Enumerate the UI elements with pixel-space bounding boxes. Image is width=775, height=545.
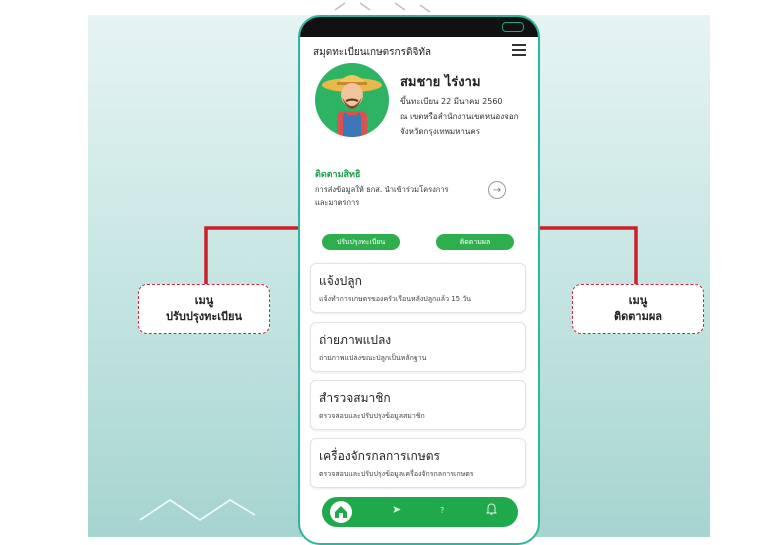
bottom-nav: ➤ ? xyxy=(322,497,518,527)
card-description: แจ้งทำการเกษตรของครัวเรือนหลังปลูกแล้ว 1… xyxy=(319,295,472,303)
status-bar xyxy=(300,17,538,37)
hamburger-icon[interactable] xyxy=(512,44,526,56)
registration-date: ขึ้นทะเบียน 22 มีนาคม 2560 xyxy=(400,97,503,106)
callout-right-line2: ติดตามผล xyxy=(613,310,663,323)
question-icon[interactable]: ? xyxy=(440,506,444,515)
rights-title[interactable]: ติดตามสิทธิ xyxy=(315,167,360,181)
phone-mockup: สมุดทะเบียนเกษตรกรดิจิทัล สมชาย ไร่งาม ข… xyxy=(298,15,540,545)
send-icon[interactable]: ➤ xyxy=(392,503,401,516)
battery-icon xyxy=(502,22,524,32)
registration-info: ขึ้นทะเบียน 22 มีนาคม 2560 ณ เขตหรือสำนั… xyxy=(400,94,518,139)
menu-card-photo[interactable]: ถ่ายภาพแปลง ถ่ายภาพแปลงขณะปลูกเป็นหลักฐา… xyxy=(310,322,526,372)
bell-icon[interactable] xyxy=(485,503,498,518)
callout-left-line1: เมนู xyxy=(194,294,214,307)
registration-province: จังหวัดกรุงเทพมหานคร xyxy=(400,127,481,136)
card-description: ตรวจสอบและปรับปรุงข้อมูลสมาชิก xyxy=(319,412,425,420)
card-title: แจ้งปลูก xyxy=(319,274,362,288)
card-title: เครื่องจักรกลการเกษตร xyxy=(319,449,440,463)
card-description: ตรวจสอบและปรับปรุงข้อมูลเครื่องจักรกลการ… xyxy=(319,470,474,478)
arrow-right-icon[interactable]: → xyxy=(488,181,506,199)
card-description: ถ่ายภาพแปลงขณะปลูกเป็นหลักฐาน xyxy=(319,354,427,362)
callout-left-line2: ปรับปรุงทะเบียน xyxy=(165,310,242,323)
rights-description: การส่งข้อมูลให้ ธกส. นำเข้าร่วมโครงการ แ… xyxy=(315,183,485,209)
callout-update-registration: เมนู ปรับปรุงทะเบียน xyxy=(138,284,270,334)
card-title: สำรวจสมาชิก xyxy=(319,391,391,405)
app-title: สมุดทะเบียนเกษตรกรดิจิทัล xyxy=(313,47,432,58)
callout-track-results: เมนู ติดตามผล xyxy=(572,284,704,334)
rights-desc-line1: การส่งข้อมูลให้ ธกส. นำเข้าร่วมโครงการ xyxy=(315,185,449,194)
home-icon[interactable] xyxy=(330,501,352,523)
registration-location: ณ เขตหรือสำนักงานเขตหนองจอก xyxy=(400,112,519,121)
menu-card-machinery[interactable]: เครื่องจักรกลการเกษตร ตรวจสอบและปรับปรุง… xyxy=(310,438,526,488)
card-title: ถ่ายภาพแปลง xyxy=(319,333,392,347)
callout-right-line1: เมนู xyxy=(628,294,648,307)
farmer-illustration xyxy=(322,75,382,137)
rights-desc-line2: และมาตรการ xyxy=(315,198,360,207)
update-registration-button[interactable]: ปรับปรุงทะเบียน xyxy=(322,234,400,250)
menu-card-members[interactable]: สำรวจสมาชิก ตรวจสอบและปรับปรุงข้อมูลสมาช… xyxy=(310,380,526,430)
avatar xyxy=(315,63,389,137)
farmer-name: สมชาย ไร่งาม xyxy=(400,75,481,90)
menu-card-planting[interactable]: แจ้งปลูก แจ้งทำการเกษตรของครัวเรือนหลังป… xyxy=(310,263,526,313)
track-results-button[interactable]: ติดตามผล xyxy=(436,234,514,250)
